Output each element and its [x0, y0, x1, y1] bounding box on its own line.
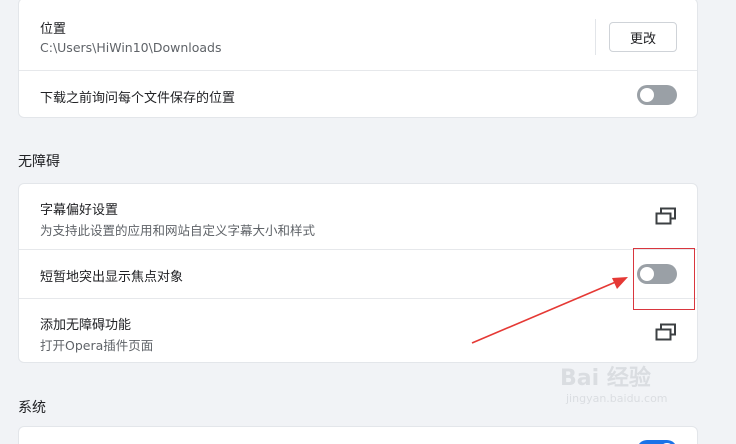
baidu-watermark: Bai 经验 jingyan.baidu.com: [560, 360, 720, 410]
external-window-icon[interactable]: [655, 323, 677, 341]
toggle-knob: [640, 88, 654, 102]
row-separator: [595, 19, 596, 55]
settings-page: 位置 C:\Users\HiWin10\Downloads 更改 下载之前询问每…: [0, 0, 736, 444]
system-section-title: 系统: [18, 400, 46, 416]
ask-before-download-row[interactable]: 下载之前询问每个文件保存的位置: [19, 70, 697, 119]
annotation-highlight-box: [633, 248, 695, 310]
caption-prefs-label: 字幕偏好设置: [40, 203, 119, 218]
ask-before-download-toggle[interactable]: [637, 85, 677, 105]
watermark-brand: Bai 经验: [560, 366, 651, 391]
downloads-card: 位置 C:\Users\HiWin10\Downloads 更改 下载之前询问每…: [18, 0, 698, 118]
system-card: [18, 426, 698, 444]
external-window-icon[interactable]: [655, 207, 677, 225]
system-toggle[interactable]: [637, 440, 677, 444]
caption-prefs-description: 为支持此设置的应用和网站自定义字幕大小和样式: [40, 223, 316, 238]
download-location-label: 位置: [40, 22, 67, 37]
download-location-row: 位置 C:\Users\HiWin10\Downloads 更改: [19, 0, 697, 70]
add-accessibility-label: 添加无障碍功能: [40, 318, 132, 333]
download-location-path: C:\Users\HiWin10\Downloads: [40, 40, 222, 55]
add-accessibility-row[interactable]: 添加无障碍功能 打开Opera插件页面: [19, 298, 697, 364]
change-location-button[interactable]: 更改: [609, 22, 677, 52]
focus-highlight-row[interactable]: 短暂地突出显示焦点对象: [19, 249, 697, 298]
ask-before-download-label: 下载之前询问每个文件保存的位置: [40, 91, 236, 106]
watermark-domain: jingyan.baidu.com: [566, 392, 668, 405]
caption-prefs-row[interactable]: 字幕偏好设置 为支持此设置的应用和网站自定义字幕大小和样式: [19, 184, 697, 249]
accessibility-card: 字幕偏好设置 为支持此设置的应用和网站自定义字幕大小和样式 短暂地突出显示焦点对…: [18, 183, 698, 363]
add-accessibility-description: 打开Opera插件页面: [40, 338, 154, 353]
accessibility-section-title: 无障碍: [18, 154, 60, 170]
focus-highlight-label: 短暂地突出显示焦点对象: [40, 270, 184, 285]
